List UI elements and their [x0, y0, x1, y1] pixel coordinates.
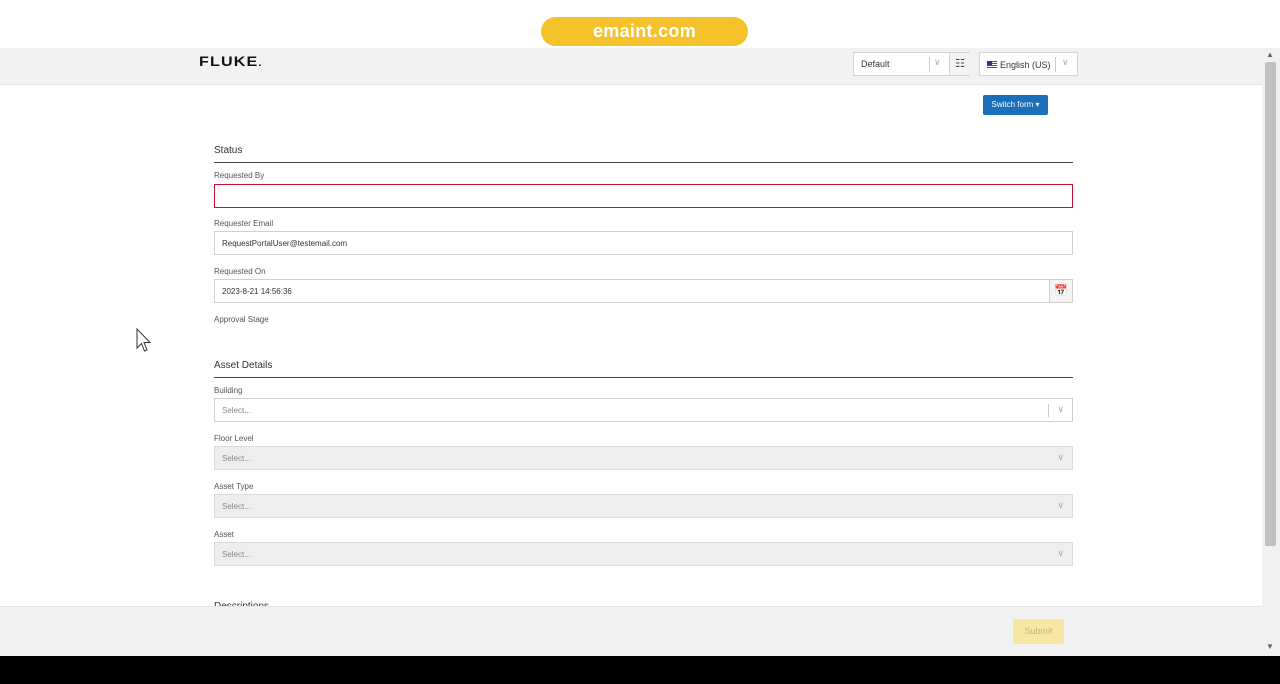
us-flag-icon — [987, 61, 997, 68]
scroll-thumb[interactable] — [1265, 62, 1276, 546]
requested-by-label: Requested By — [214, 171, 265, 180]
floor-level-select: Select... ∨ — [214, 446, 1073, 470]
fluke-logo: FLUKE. — [199, 53, 263, 69]
mouse-pointer-icon — [136, 328, 152, 352]
floor-level-placeholder: Select... — [222, 454, 251, 463]
switch-form-button[interactable]: Switch form ▾ — [983, 95, 1048, 115]
site-selector[interactable]: Default ∨ ☷ — [853, 52, 970, 76]
building-select[interactable]: Select... ∨ — [214, 398, 1073, 422]
chevron-down-icon: ∨ — [1057, 500, 1064, 510]
requester-email-input[interactable]: RequestPortalUser@testemail.com — [214, 231, 1073, 255]
asset-select: Select... ∨ — [214, 542, 1073, 566]
chevron-down-icon[interactable]: ∨ — [934, 57, 941, 68]
requested-on-input[interactable]: 2023-8-21 14:56:36 📅 — [214, 279, 1073, 303]
site-selector-value: Default — [861, 59, 890, 69]
scroll-up-icon[interactable]: ▲ — [1266, 50, 1274, 59]
divider — [1055, 57, 1056, 72]
divider — [929, 57, 930, 72]
language-selector[interactable]: English (US) ∨ — [979, 52, 1078, 76]
building-placeholder: Select... — [222, 406, 251, 415]
scroll-down-icon[interactable]: ▼ — [1266, 642, 1274, 651]
calendar-clock-icon[interactable]: 📅 — [1049, 280, 1072, 302]
footer-bar — [0, 606, 1262, 656]
logo-text: FLUKE — [199, 53, 259, 69]
submit-button[interactable]: Submit — [1013, 619, 1064, 644]
bottom-black-bar — [0, 656, 1280, 684]
requester-email-label: Requester Email — [214, 219, 274, 228]
building-label: Building — [214, 386, 243, 395]
asset-type-label: Asset Type — [214, 482, 254, 491]
asset-placeholder: Select... — [222, 550, 251, 559]
section-divider — [214, 162, 1073, 163]
chevron-down-icon: ∨ — [1057, 548, 1064, 558]
divider — [1048, 404, 1049, 417]
approval-stage-label: Approval Stage — [214, 315, 269, 324]
browser-viewport: emaint.com FLUKE. Default ∨ ☷ English (U… — [0, 0, 1280, 656]
requested-on-value: 2023-8-21 14:56:36 — [222, 287, 292, 296]
requested-on-label: Requested On — [214, 267, 266, 276]
org-tree-icon[interactable]: ☷ — [949, 53, 970, 75]
asset-details-section-title: Asset Details — [214, 360, 273, 371]
chevron-down-icon[interactable]: ∨ — [1062, 57, 1069, 68]
section-divider — [214, 377, 1073, 378]
asset-label: Asset — [214, 530, 235, 539]
vertical-scrollbar[interactable]: ▲ ▼ — [1262, 48, 1280, 656]
chevron-down-icon: ∨ — [1057, 452, 1064, 462]
requested-by-input[interactable] — [214, 184, 1073, 208]
language-selector-value: English (US) — [1000, 60, 1051, 70]
floor-level-label: Floor Level — [214, 434, 254, 443]
url-banner: emaint.com — [541, 17, 748, 46]
asset-type-select: Select... ∨ — [214, 494, 1073, 518]
status-section-title: Status — [214, 145, 243, 156]
asset-type-placeholder: Select... — [222, 502, 251, 511]
logo-dot: . — [258, 58, 263, 69]
chevron-down-icon[interactable]: ∨ — [1057, 404, 1064, 415]
requester-email-value: RequestPortalUser@testemail.com — [222, 239, 348, 248]
